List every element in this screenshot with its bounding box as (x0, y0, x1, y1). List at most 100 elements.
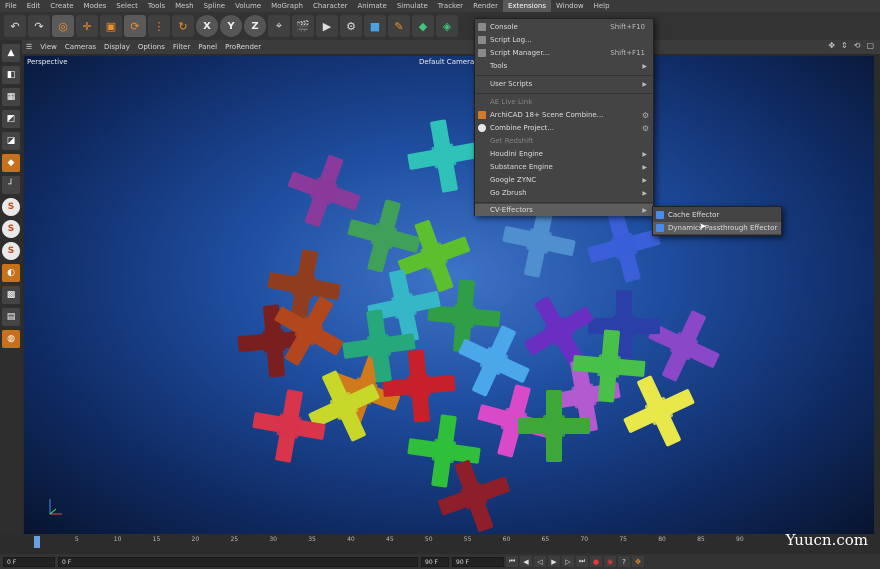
menu-item-cv-effectors[interactable]: CV-Effectors ▶ (475, 204, 653, 216)
viewport-menu-icon[interactable]: ☰ (22, 43, 36, 51)
menu-tracker[interactable]: Tracker (433, 0, 468, 12)
menu-edit[interactable]: Edit (22, 0, 46, 12)
viewport-menu-filter[interactable]: Filter (169, 43, 194, 51)
record-icon[interactable]: ● (590, 556, 602, 567)
zoom-view-icon[interactable]: ⇕ (841, 41, 848, 50)
viewport-menu-options[interactable]: Options (134, 43, 169, 51)
pen-icon[interactable]: ✎ (388, 15, 410, 37)
menu-item-archicad[interactable]: ArchiCAD 18+ Scene Combine... ⚙ (475, 109, 653, 121)
texture-mode-icon[interactable]: ▦ (2, 88, 20, 106)
menu-window[interactable]: Window (551, 0, 589, 12)
perspective-viewport[interactable]: Perspective Default Camera (24, 56, 874, 534)
rotate-icon[interactable]: ⟳ (124, 15, 146, 37)
grid-icon[interactable]: ▩ (2, 286, 20, 304)
menu-render[interactable]: Render (468, 0, 503, 12)
menu-item-substance-engine[interactable]: Substance Engine ▶ (475, 161, 653, 173)
keyframe-selection-icon[interactable]: ? (618, 556, 630, 567)
recent-tools-icon[interactable]: ⋮ (148, 15, 170, 37)
timeline[interactable]: 051015202530354045505560657075808590 (0, 534, 880, 554)
menu-mesh[interactable]: Mesh (170, 0, 198, 12)
viewport-menu-display[interactable]: Display (100, 43, 134, 51)
scene-render (234, 114, 732, 534)
polygons-mode-icon[interactable]: ◆ (2, 154, 20, 172)
cv-effectors-submenu: Cache Effector Dynamics Passthrough Effe… (652, 206, 782, 236)
axis-y-button[interactable]: Y (220, 15, 242, 37)
axis-x-button[interactable]: X (196, 15, 218, 37)
rotate-view-icon[interactable]: ⟲ (854, 41, 861, 50)
redo-icon[interactable]: ↷ (28, 15, 50, 37)
menu-create[interactable]: Create (45, 0, 78, 12)
model-mode-icon[interactable]: ◧ (2, 66, 20, 84)
menu-item-user-scripts[interactable]: User Scripts ▶ (475, 78, 653, 90)
max-frame-field[interactable]: 90 F (452, 556, 504, 567)
edges-mode-icon[interactable]: ◪ (2, 132, 20, 150)
playhead[interactable] (34, 536, 40, 548)
render-to-picture-viewer-icon[interactable]: ▶ (316, 15, 338, 37)
cloner-icon[interactable]: ◈ (436, 15, 458, 37)
end-frame-field[interactable]: 90 F (421, 556, 449, 567)
render-view-icon[interactable]: 🎬 (292, 15, 314, 37)
timeline-tick-label: 90 (736, 536, 744, 543)
rotate-tool-icon[interactable]: ↻ (172, 15, 194, 37)
go-to-end-icon[interactable]: ⏭ (576, 556, 588, 567)
play-reverse-icon[interactable]: ◁ (534, 556, 546, 567)
viewport-menu-panel[interactable]: Panel (194, 43, 221, 51)
menu-volume[interactable]: Volume (230, 0, 266, 12)
menu-mograph[interactable]: MoGraph (266, 0, 308, 12)
make-editable-icon[interactable]: ▲ (2, 44, 20, 62)
menu-file[interactable]: File (0, 0, 22, 12)
viewport-menu-prorender[interactable]: ProRender (221, 43, 265, 51)
menu-item-tools[interactable]: Tools ▶ (475, 60, 653, 72)
previous-key-icon[interactable]: ◀ (520, 556, 532, 567)
next-key-icon[interactable]: ▷ (562, 556, 574, 567)
subdivision-icon[interactable]: ◆ (412, 15, 434, 37)
snap-icon[interactable]: S (2, 198, 20, 216)
undo-icon[interactable]: ↶ (4, 15, 26, 37)
sculpt-icon[interactable]: ◍ (2, 330, 20, 348)
cube-icon[interactable]: ■ (364, 15, 386, 37)
axis-z-button[interactable]: Z (244, 15, 266, 37)
menu-character[interactable]: Character (308, 0, 353, 12)
toggle-view-icon[interactable]: ▢ (866, 41, 874, 50)
render-settings-icon[interactable]: ⚙ (340, 15, 362, 37)
viewport-menu-view[interactable]: View (36, 43, 61, 51)
snap-settings-icon[interactable]: S (2, 220, 20, 238)
position-key-icon[interactable]: ✥ (632, 556, 644, 567)
menu-spline[interactable]: Spline (199, 0, 231, 12)
layer-icon[interactable]: ▤ (2, 308, 20, 326)
menu-help[interactable]: Help (589, 0, 615, 12)
autokey-icon[interactable]: ◉ (604, 556, 616, 567)
menu-item-google-zync[interactable]: Google ZYNC ▶ (475, 174, 653, 186)
move-view-icon[interactable]: ✥ (828, 41, 835, 50)
menu-item-script-log[interactable]: Script Log... (475, 34, 653, 46)
menu-item-dynamics-passthrough-effector[interactable]: Dynamics Passthrough Effector (653, 222, 781, 234)
gear-icon[interactable]: ⚙ (642, 111, 649, 120)
start-frame-field[interactable]: 0 F (3, 556, 55, 567)
snap-workplane-icon[interactable]: S (2, 242, 20, 260)
coordinate-system-icon[interactable]: ⌖ (268, 15, 290, 37)
points-mode-icon[interactable]: ◩ (2, 110, 20, 128)
menu-item-cache-effector[interactable]: Cache Effector (653, 209, 781, 221)
menu-item-go-zbrush[interactable]: Go Zbrush ▶ (475, 187, 653, 199)
workplane-icon[interactable]: ┘ (2, 176, 20, 194)
viewport-menu-cameras[interactable]: Cameras (61, 43, 100, 51)
menu-tools[interactable]: Tools (143, 0, 170, 12)
live-selection-icon[interactable]: ◎ (52, 15, 74, 37)
menu-item-houdini-engine[interactable]: Houdini Engine ▶ (475, 148, 653, 160)
go-to-start-icon[interactable]: ⏮ (506, 556, 518, 567)
lock-icon[interactable]: ◐ (2, 264, 20, 282)
menu-select[interactable]: Select (111, 0, 143, 12)
timeline-tick-label: 20 (191, 536, 200, 543)
menu-extensions[interactable]: Extensions (502, 0, 551, 12)
menu-item-console[interactable]: Console Shift+F10 (475, 21, 653, 33)
menu-simulate[interactable]: Simulate (392, 0, 433, 12)
gear-icon[interactable]: ⚙ (642, 124, 649, 133)
menu-animate[interactable]: Animate (353, 0, 392, 12)
move-icon[interactable]: ✛ (76, 15, 98, 37)
menu-item-script-manager[interactable]: Script Manager... Shift+F11 (475, 47, 653, 59)
menu-modes[interactable]: Modes (79, 0, 112, 12)
play-icon[interactable]: ▶ (548, 556, 560, 567)
menu-item-combine-project[interactable]: Combine Project... ⚙ (475, 122, 653, 134)
current-frame-field[interactable]: 0 F (58, 556, 418, 567)
scale-icon[interactable]: ▣ (100, 15, 122, 37)
